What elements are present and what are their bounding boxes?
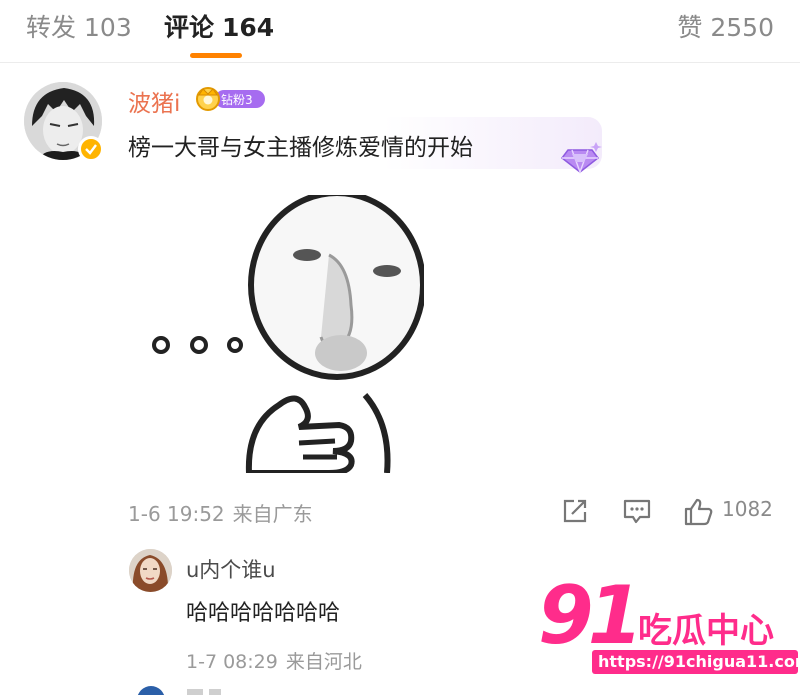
like-button[interactable] <box>683 497 715 531</box>
reply-meta: 1-7 08:29 来自河北 <box>186 647 362 674</box>
comment-location: 来自广东 <box>232 502 313 526</box>
watermark-number: 91 <box>538 569 643 662</box>
comment-time: 1-6 19:52 <box>128 502 225 526</box>
site-watermark: 91 吃瓜中心 https://91chigua11.com <box>538 569 800 683</box>
crown-icon <box>196 87 220 111</box>
verified-badge-icon <box>78 136 104 162</box>
fan-badge-label: 钻粉3 <box>221 93 253 107</box>
reply-username[interactable]: u内个谁u <box>186 554 276 584</box>
reply-text: 哈哈哈哈哈哈哈 <box>186 601 341 626</box>
comment-button[interactable] <box>622 497 652 529</box>
comment-meta: 1-6 19:52 来自广东 <box>128 498 313 527</box>
tab-bar: 转发 103 评论 164 赞 2550 <box>0 0 800 63</box>
like-count: 1082 <box>722 497 773 521</box>
next-comment-peek <box>137 686 221 695</box>
tab-repost[interactable]: 转发 103 <box>26 8 132 44</box>
share-button[interactable] <box>560 497 590 529</box>
comment-icon <box>623 499 651 524</box>
tab-comments-label: 评论 <box>164 13 215 42</box>
tab-likes-count: 2550 <box>710 13 774 42</box>
diamond-gem-icon <box>560 142 602 175</box>
watermark-url-banner: https://91chigua11.com <box>592 650 800 674</box>
meme-image[interactable] <box>129 190 426 476</box>
watermark-url: https://91chigua11.com <box>598 652 800 671</box>
like-icon <box>684 498 713 526</box>
tab-likes[interactable]: 赞 2550 <box>677 8 774 44</box>
reply-avatar[interactable] <box>129 549 172 592</box>
fan-level-badge: 钻粉3 <box>193 85 271 112</box>
comment-text: 榜一大哥与女主播修炼爱情的开始 <box>128 135 473 161</box>
tab-repost-label: 转发 <box>26 13 77 42</box>
tab-comments[interactable]: 评论 164 <box>164 8 274 44</box>
active-tab-indicator <box>190 53 242 58</box>
reply-time: 1-7 08:29 <box>186 651 278 673</box>
watermark-title: 吃瓜中心 <box>638 611 774 651</box>
reply-location: 来自河北 <box>285 651 362 673</box>
tab-likes-label: 赞 <box>677 13 703 42</box>
share-icon <box>563 499 587 523</box>
tab-repost-count: 103 <box>84 13 132 42</box>
commenter-username[interactable]: 波猪i <box>128 84 180 118</box>
tab-comments-count: 164 <box>222 13 275 42</box>
